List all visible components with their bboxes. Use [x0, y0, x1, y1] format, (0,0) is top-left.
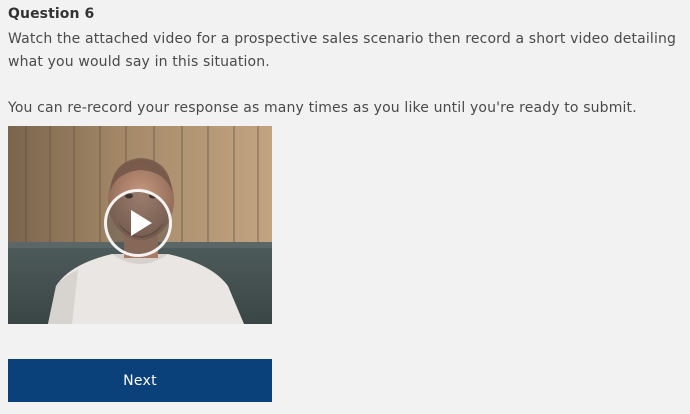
play-icon	[131, 210, 152, 236]
next-button[interactable]: Next	[8, 359, 272, 402]
rerecord-note: You can re-record your response as many …	[8, 100, 637, 116]
video-player[interactable]	[8, 126, 272, 324]
question-instructions: Watch the attached video for a prospecti…	[8, 28, 688, 120]
instruction-text: Watch the attached video for a prospecti…	[8, 31, 677, 70]
question-title: Question 6	[8, 6, 95, 22]
play-button[interactable]	[104, 189, 172, 257]
